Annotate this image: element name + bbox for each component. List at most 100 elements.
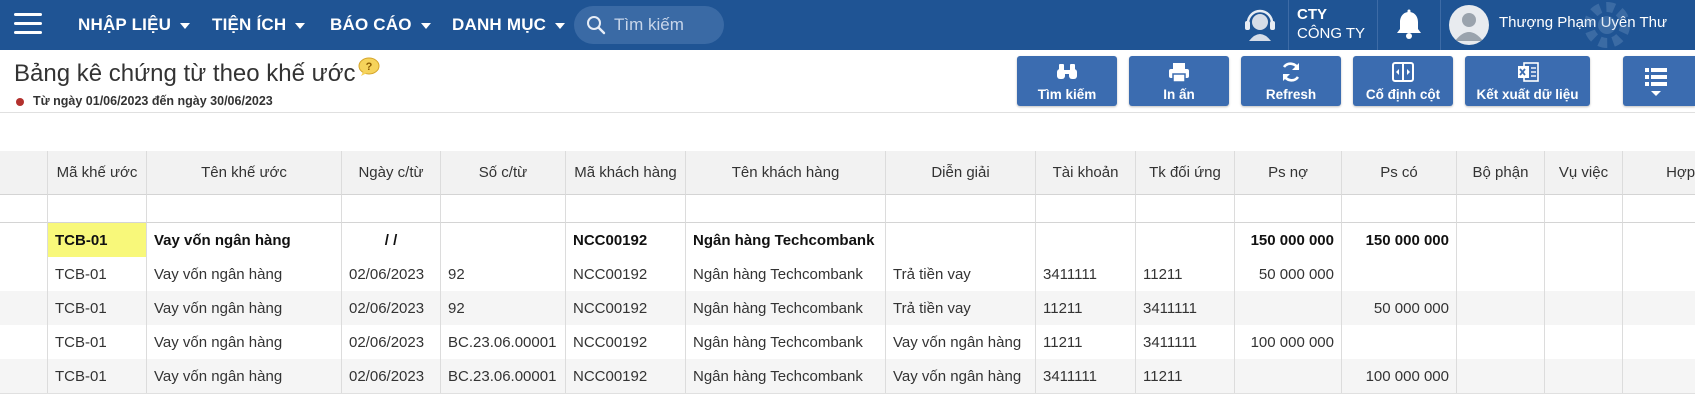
table-row-cell-so-ctu[interactable]: BC.23.06.00001 [441,325,566,359]
table-row-cell-ps-no[interactable] [1235,291,1342,325]
column-header-ten-khe-uoc[interactable]: Tên khế ước [147,151,342,195]
table-row-cell-tk-doi-ung[interactable]: 11211 [1136,359,1235,393]
table-row-cell-so-ctu[interactable]: 92 [441,257,566,291]
table-row-cell-tai-khoan[interactable]: 11211 [1036,325,1136,359]
table-row-cell-tai-khoan[interactable]: 3411111 [1036,257,1136,291]
table-row-cell-ngay-ctu[interactable]: 02/06/2023 [342,291,441,325]
table-row-cell-bo-phan[interactable] [1457,359,1545,393]
table-row-cell-tk-doi-ung[interactable]: 11211 [1136,257,1235,291]
table-row-cell-vu-viec[interactable] [1545,291,1623,325]
column-header-hop-dong[interactable]: Hợp đồ [1623,151,1695,195]
filter-cell-ma-khe-uoc[interactable] [48,195,147,223]
table-row-cell-ps-no[interactable]: 100 000 000 [1235,325,1342,359]
group-row-cell-ps-co[interactable]: 150 000 000 [1342,223,1457,257]
group-row-cell-ngay-ctu[interactable]: / / [342,223,441,257]
table-row-cell-ten-khach-hang[interactable]: Ngân hàng Techcombank [686,359,886,393]
table-row-cell-dien-giai[interactable]: Trả tiền vay [886,257,1036,291]
filter-cell-bo-phan[interactable] [1457,195,1545,223]
menu-tien-ich[interactable]: TIỆN ÍCH [212,0,306,50]
group-row-cell-ten-khe-uoc[interactable]: Vay vốn ngân hàng [147,223,342,257]
filter-cell-ten-khach-hang[interactable] [686,195,886,223]
group-row-cell-ps-no[interactable]: 150 000 000 [1235,223,1342,257]
table-row-cell-ps-no[interactable] [1235,359,1342,393]
table-row-cell-ma-khe-uoc[interactable]: TCB-01 [48,359,147,393]
export-button[interactable]: Kết xuất dữ liệu [1465,56,1590,106]
menu-nhap-lieu[interactable]: NHẬP LIỆU [78,0,191,50]
table-row-cell-tai-khoan[interactable]: 11211 [1036,291,1136,325]
table-row-cell-ma-khe-uoc[interactable]: TCB-01 [48,325,147,359]
search-box[interactable] [574,6,724,44]
filter-cell-dien-giai[interactable] [886,195,1036,223]
table-row-cell-ten-khe-uoc[interactable]: Vay vốn ngân hàng [147,291,342,325]
column-header-tk-doi-ung[interactable]: Tk đối ứng [1136,151,1235,195]
table-row-cell-hop-dong[interactable] [1623,257,1695,291]
menu-bao-cao[interactable]: BÁO CÁO [330,0,431,50]
column-header-tai-khoan[interactable]: Tài khoản [1036,151,1136,195]
group-row-cell-so-ctu[interactable] [441,223,566,257]
table-row-cell-tk-doi-ung[interactable]: 3411111 [1136,325,1235,359]
group-row-cell-ma-khe-uoc[interactable]: TCB-01 [48,223,147,257]
column-header-ma-khach-hang[interactable]: Mã khách hàng [566,151,686,195]
refresh-button[interactable]: Refresh [1241,56,1341,106]
filter-cell-ngay-ctu[interactable] [342,195,441,223]
freeze-column-button[interactable]: Cố định cột [1353,56,1453,106]
search-button[interactable]: Tìm kiếm [1017,56,1117,106]
company-selector[interactable]: CTY CÔNG TY [1297,5,1365,43]
filter-cell-vu-viec[interactable] [1545,195,1623,223]
filter-cell-tai-khoan[interactable] [1036,195,1136,223]
table-row-cell-ps-co[interactable]: 50 000 000 [1342,291,1457,325]
table-row-cell-hop-dong[interactable] [1623,291,1695,325]
table-row-cell-ma-khach-hang[interactable]: NCC00192 [566,325,686,359]
column-header-bo-phan[interactable]: Bộ phận [1457,151,1545,195]
table-row-cell-vu-viec[interactable] [1545,257,1623,291]
table-row-cell-ten-khe-uoc[interactable]: Vay vốn ngân hàng [147,359,342,393]
table-row-cell-ps-no[interactable]: 50 000 000 [1235,257,1342,291]
column-header-ps-co[interactable]: Ps có [1342,151,1457,195]
table-row-cell-tai-khoan[interactable]: 3411111 [1036,359,1136,393]
table-row-cell-ten-khach-hang[interactable]: Ngân hàng Techcombank [686,257,886,291]
table-row-cell-dien-giai[interactable]: Trả tiền vay [886,291,1036,325]
print-button[interactable]: In ấn [1129,56,1229,106]
search-input[interactable] [612,14,716,36]
group-row-cell-tai-khoan[interactable] [1036,223,1136,257]
menu-icon[interactable] [14,13,42,37]
table-row-cell-dien-giai[interactable]: Vay vốn ngân hàng [886,359,1036,393]
filter-cell-ten-khe-uoc[interactable] [147,195,342,223]
table-row-cell-bo-phan[interactable] [1457,325,1545,359]
table-row-cell-so-ctu[interactable]: 92 [441,291,566,325]
table-row-cell-ten-khach-hang[interactable]: Ngân hàng Techcombank [686,291,886,325]
column-header-ma-khe-uoc[interactable]: Mã khế ước [48,151,147,195]
column-header-so-ctu[interactable]: Số c/từ [441,151,566,195]
table-row-cell-bo-phan[interactable] [1457,257,1545,291]
support-agent-icon[interactable] [1240,7,1280,43]
table-row-cell-dien-giai[interactable]: Vay vốn ngân hàng [886,325,1036,359]
column-header-ngay-ctu[interactable]: Ngày c/từ [342,151,441,195]
group-row-cell-tk-doi-ung[interactable] [1136,223,1235,257]
menu-danh-muc[interactable]: DANH MỤC [452,0,566,50]
table-row-cell-ps-co[interactable]: 100 000 000 [1342,359,1457,393]
more-menu-button[interactable] [1623,56,1695,106]
table-row-cell-bo-phan[interactable] [1457,291,1545,325]
table-row-cell-ngay-ctu[interactable]: 02/06/2023 [342,257,441,291]
table-row-cell-ma-khach-hang[interactable]: NCC00192 [566,257,686,291]
help-icon[interactable]: ? [358,57,380,77]
table-row-cell-ps-co[interactable] [1342,325,1457,359]
column-header-vu-viec[interactable]: Vụ việc [1545,151,1623,195]
table-row-cell-ten-khach-hang[interactable]: Ngân hàng Techcombank [686,325,886,359]
table-row-cell-ma-khach-hang[interactable]: NCC00192 [566,291,686,325]
table-row-cell-hop-dong[interactable] [1623,325,1695,359]
group-row-cell-bo-phan[interactable] [1457,223,1545,257]
group-row-cell-ten-khach-hang[interactable]: Ngân hàng Techcombank [686,223,886,257]
group-row-cell-dien-giai[interactable] [886,223,1036,257]
table-row-cell-ngay-ctu[interactable]: 02/06/2023 [342,359,441,393]
table-row-cell-ma-khe-uoc[interactable]: TCB-01 [48,257,147,291]
filter-cell-so-ctu[interactable] [441,195,566,223]
filter-cell-ps-co[interactable] [1342,195,1457,223]
column-header-ps-no[interactable]: Ps nợ [1235,151,1342,195]
filter-cell-tk-doi-ung[interactable] [1136,195,1235,223]
table-row-cell-ten-khe-uoc[interactable]: Vay vốn ngân hàng [147,257,342,291]
column-header-dien-giai[interactable]: Diễn giải [886,151,1036,195]
user-avatar-icon[interactable] [1449,5,1489,45]
filter-cell-ma-khach-hang[interactable] [566,195,686,223]
table-row-cell-so-ctu[interactable]: BC.23.06.00001 [441,359,566,393]
